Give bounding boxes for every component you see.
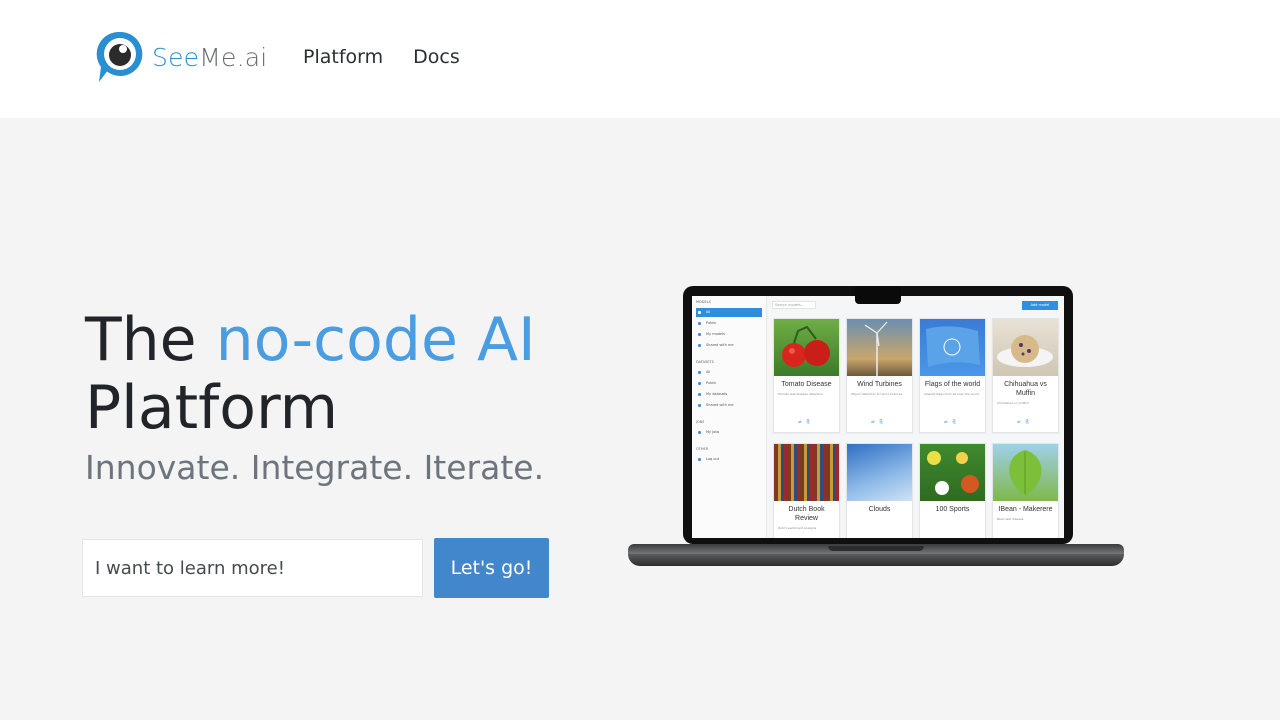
card-title: IBean - Makerere: [998, 506, 1053, 513]
user-icon: [698, 393, 701, 396]
sidebar-header-jobs: JOBS: [696, 420, 705, 424]
hero-subtitle: Innovate. Integrate. Iterate.: [85, 448, 545, 487]
main-nav: Platform Docs: [303, 46, 460, 68]
model-card-clouds: Clouds: [846, 443, 913, 538]
card-actions: ⇄⎘: [871, 419, 888, 424]
app-search-input: Search models...: [772, 301, 816, 309]
logo-wordmark: SeeMe.ai: [152, 43, 267, 72]
nav-platform-link[interactable]: Platform: [303, 46, 383, 68]
card-description: Classify flags from all over the world: [924, 392, 979, 396]
sidebar-item-my-jobs: My jobs: [696, 428, 762, 437]
site-header: SeeMe.ai Platform Docs: [0, 0, 1280, 118]
flag-image: [920, 319, 985, 376]
grid-icon: [698, 371, 701, 374]
seeme-logo[interactable]: SeeMe.ai: [96, 30, 267, 84]
globe-icon: [698, 322, 701, 325]
sidebar-item-label: Shared with me: [706, 403, 734, 407]
hero-title: The no-code AI Platform: [85, 306, 605, 442]
sidebar-item-label: Public: [706, 381, 717, 385]
sidebar-item-label: My models: [706, 332, 725, 336]
card-actions: ⇄⎘: [1017, 419, 1034, 424]
model-card-wind: Wind Turbines Object detection for wind …: [846, 318, 913, 433]
model-card-flags: Flags of the world Classify flags from a…: [919, 318, 986, 433]
sidebar-item-models-shared: Shared with me: [696, 341, 762, 350]
laptop-base: [628, 554, 1124, 566]
sidebar-item-label: All: [706, 370, 711, 374]
card-title: 100 Sports: [935, 506, 970, 513]
sidebar-item-label: All: [706, 310, 711, 314]
sidebar-header-models: MODELS: [696, 300, 711, 304]
logout-icon: [698, 458, 701, 461]
card-description: [847, 514, 912, 520]
card-actions: ⇄⎘: [944, 419, 961, 424]
card-actions: ⇄⎘: [798, 419, 815, 424]
clouds-image: [847, 444, 912, 501]
sidebar-item-models-public: Public: [696, 319, 762, 328]
card-title: Chihuahua vs Muffin: [1004, 381, 1047, 397]
laptop-mockup: MODELS All Public My models Shared with …: [628, 286, 1124, 572]
sidebar-header-datasets: DATASETS: [696, 360, 714, 364]
model-card-tomato: Tomato Disease Tomato leaf disease detec…: [773, 318, 840, 433]
card-description: Bean leaf disease: [997, 517, 1024, 521]
sidebar-item-label: My jobs: [706, 430, 720, 434]
hero-title-prefix: The: [85, 305, 197, 375]
wind-turbine-image: [847, 319, 912, 376]
sports-image: [920, 444, 985, 501]
globe-icon: [698, 382, 701, 385]
sidebar-item-datasets-shared: Shared with me: [696, 401, 762, 410]
card-description: Chihuahua or muffin?: [997, 401, 1030, 405]
sidebar-item-label: Public: [706, 321, 717, 325]
sidebar-item-label: My datasets: [706, 392, 728, 396]
card-description: Dutch sentiment analysis: [778, 526, 817, 530]
card-description: Tomato leaf disease detection: [778, 392, 823, 396]
muffin-image: [993, 319, 1058, 376]
add-model-button: Add model: [1022, 301, 1058, 310]
share-icon: [698, 344, 701, 347]
card-description: [920, 514, 985, 520]
lets-go-button[interactable]: Let's go!: [434, 538, 549, 598]
hero-title-accent: no-code AI: [215, 305, 536, 375]
app-sidebar: MODELS All Public My models Shared with …: [692, 296, 767, 538]
sidebar-item-datasets-all: All: [696, 368, 762, 377]
model-card-ibean: IBean - Makerere Bean leaf disease: [992, 443, 1059, 538]
nav-docs-link[interactable]: Docs: [413, 46, 460, 68]
card-title: Flags of the world: [924, 381, 981, 388]
laptop-screen: MODELS All Public My models Shared with …: [692, 296, 1064, 538]
briefcase-icon: [698, 431, 701, 434]
model-card-chihuahua: Chihuahua vs Muffin Chihuahua or muffin?…: [992, 318, 1059, 433]
share-icon: [698, 404, 701, 407]
sidebar-item-models-all: All: [696, 308, 762, 317]
card-description: Object detection for wind turbines: [851, 392, 903, 396]
hero-title-suffix: Platform: [85, 373, 339, 443]
user-icon: [698, 333, 701, 336]
sidebar-item-log-out: Log out: [696, 455, 762, 464]
logo-me: Me.ai: [199, 42, 268, 72]
card-title: Tomato Disease: [781, 381, 832, 388]
leaf-image: [993, 444, 1058, 501]
grid-icon: [698, 311, 701, 314]
sidebar-item-label: Log out: [706, 457, 720, 461]
tomato-image: [774, 319, 839, 376]
laptop-groove: [828, 546, 924, 551]
sidebar-item-my-models: My models: [696, 330, 762, 339]
card-title: Dutch Book Review: [788, 506, 825, 522]
app-topbar: Search models... Add model: [770, 300, 1062, 310]
learn-more-input[interactable]: [82, 539, 423, 597]
logo-see: See: [152, 42, 200, 72]
sidebar-item-my-datasets: My datasets: [696, 390, 762, 399]
sidebar-item-datasets-public: Public: [696, 379, 762, 388]
sidebar-item-label: Shared with me: [706, 343, 734, 347]
laptop-notch: [855, 286, 901, 304]
bookshelf-image: [774, 444, 839, 501]
card-title: Clouds: [868, 506, 891, 513]
card-title: Wind Turbines: [857, 381, 902, 388]
sidebar-header-other: OTHER: [696, 447, 709, 451]
eye-logo-icon: [96, 30, 144, 84]
model-card-sports: 100 Sports: [919, 443, 986, 538]
model-card-dutch-book: Dutch Book Review Dutch sentiment analys…: [773, 443, 840, 538]
